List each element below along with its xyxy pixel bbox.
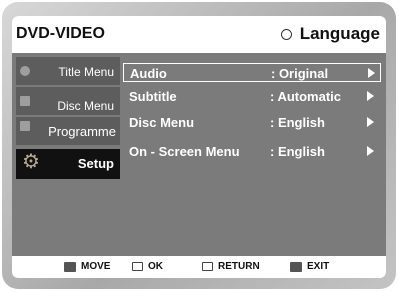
list-icon bbox=[20, 121, 30, 131]
footer-move-label: MOVE bbox=[81, 261, 111, 272]
menu-row-osd-menu[interactable]: On - Screen Menu : English bbox=[123, 142, 379, 161]
footer-exit-label: EXIT bbox=[307, 261, 330, 272]
row-name: Audio bbox=[130, 66, 167, 81]
row-name: Disc Menu bbox=[129, 115, 195, 130]
footer-ok-label: OK bbox=[148, 261, 163, 272]
sidebar-item-disc-menu[interactable]: Disc Menu bbox=[16, 87, 120, 115]
header-bar: DVD-VIDEO Language bbox=[12, 16, 386, 53]
exit-icon bbox=[290, 261, 302, 272]
row-name: On - Screen Menu bbox=[129, 144, 240, 159]
menu-row-disc-menu[interactable]: Disc Menu : English bbox=[123, 113, 379, 132]
sidebar-item-label: Setup bbox=[77, 156, 114, 171]
footer-return-label: RETURN bbox=[218, 261, 260, 272]
row-value: : English bbox=[270, 115, 325, 130]
footer-bar: MOVE OK RETURN EXIT bbox=[12, 256, 386, 278]
footer-ok: OK bbox=[132, 261, 163, 272]
arrow-right-icon bbox=[367, 146, 374, 156]
gear-icon: ⚙ bbox=[22, 151, 40, 173]
enter-icon bbox=[132, 262, 143, 271]
footer-move: MOVE bbox=[64, 261, 110, 272]
menu-row-subtitle[interactable]: Subtitle : Automatic bbox=[123, 87, 379, 106]
row-value: : Original bbox=[271, 66, 329, 81]
osd-screen: DVD-VIDEO Language Title Menu Disc Menu … bbox=[12, 16, 386, 278]
disc-icon bbox=[20, 66, 30, 76]
sidebar-item-programme[interactable]: Programme bbox=[16, 117, 120, 145]
arrow-right-icon bbox=[367, 117, 374, 127]
sidebar-item-label: Disc Menu bbox=[57, 99, 114, 113]
sidebar: Title Menu Disc Menu Programme ⚙ Setup bbox=[12, 53, 120, 243]
menu-row-audio[interactable]: Audio : Original bbox=[123, 63, 381, 82]
sidebar-item-label: Programme bbox=[48, 124, 116, 139]
section-label: Language bbox=[299, 24, 380, 43]
footer-exit: EXIT bbox=[290, 261, 329, 272]
updown-icon bbox=[64, 261, 76, 272]
app-title: DVD-VIDEO bbox=[16, 25, 105, 42]
sidebar-item-setup[interactable]: ⚙ Setup bbox=[16, 149, 120, 179]
return-icon bbox=[202, 262, 213, 271]
row-value: : Automatic bbox=[270, 89, 342, 104]
arrow-right-icon bbox=[367, 91, 374, 101]
circle-icon bbox=[280, 28, 292, 40]
menu-icon bbox=[20, 96, 30, 106]
sidebar-item-title-menu[interactable]: Title Menu bbox=[16, 57, 120, 85]
row-name: Subtitle bbox=[129, 89, 177, 104]
row-value: : English bbox=[270, 144, 325, 159]
sidebar-item-label: Title Menu bbox=[58, 65, 114, 79]
arrow-right-icon bbox=[368, 68, 375, 78]
section-title: Language bbox=[280, 24, 380, 44]
footer-return: RETURN bbox=[202, 261, 260, 272]
